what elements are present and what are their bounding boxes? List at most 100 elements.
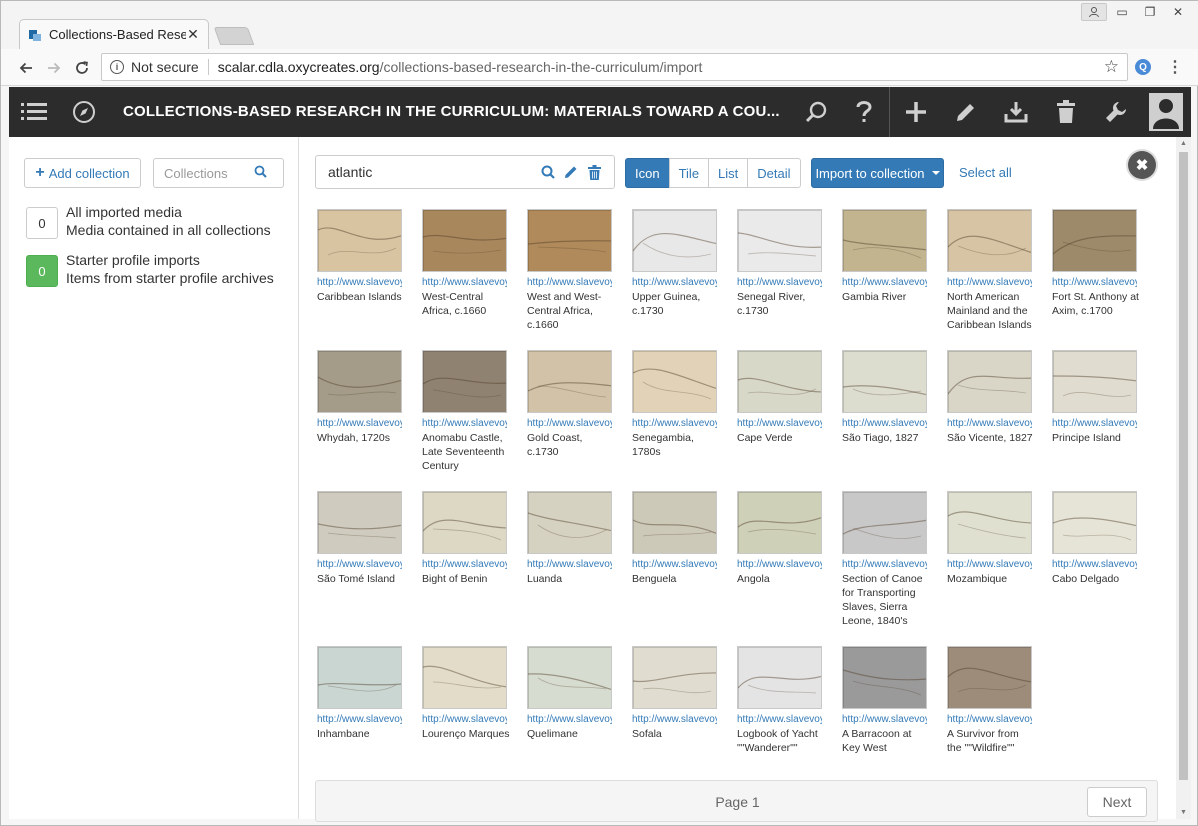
- profile-icon[interactable]: [1081, 3, 1107, 21]
- address-bar[interactable]: i Not secure scalar.cdla.oxycreates.org …: [101, 53, 1128, 81]
- media-url-link[interactable]: http://www.slavevoy: [632, 559, 717, 571]
- media-thumbnail[interactable]: [842, 209, 927, 272]
- media-url-link[interactable]: http://www.slavevoy: [737, 277, 822, 289]
- import-icon[interactable]: [1001, 97, 1031, 127]
- media-thumbnail[interactable]: [317, 491, 402, 554]
- media-url-link[interactable]: http://www.slavevoy: [422, 418, 507, 430]
- edit-icon[interactable]: [951, 97, 981, 127]
- media-thumbnail[interactable]: [737, 209, 822, 272]
- media-item[interactable]: http://www.slavevoy Quelimane: [527, 646, 615, 741]
- collection-all-imported[interactable]: 0 All imported media Media contained in …: [26, 204, 296, 239]
- media-url-link[interactable]: http://www.slavevoy: [527, 277, 612, 289]
- wrench-icon[interactable]: [1101, 97, 1131, 127]
- media-url-link[interactable]: http://www.slavevoy: [947, 714, 1032, 726]
- book-title[interactable]: COLLECTIONS-BASED RESEARCH IN THE CURRIC…: [123, 103, 780, 120]
- window-close-icon[interactable]: ✕: [1165, 3, 1191, 21]
- media-url-link[interactable]: http://www.slavevoy: [842, 277, 927, 289]
- media-url-link[interactable]: http://www.slavevoy: [317, 714, 402, 726]
- media-url-link[interactable]: http://www.slavevoy: [947, 559, 1032, 571]
- media-item[interactable]: http://www.slavevoy Cabo Delgado: [1052, 491, 1140, 586]
- media-thumbnail[interactable]: [737, 350, 822, 413]
- pencil-icon[interactable]: [561, 162, 581, 182]
- media-item[interactable]: http://www.slavevoy North American Mainla…: [947, 209, 1035, 332]
- media-thumbnail[interactable]: [527, 646, 612, 709]
- media-thumbnail[interactable]: [1052, 209, 1137, 272]
- media-item[interactable]: http://www.slavevoy A Barracoon at Key We…: [842, 646, 930, 755]
- view-tile-button[interactable]: Tile: [668, 158, 710, 188]
- media-url-link[interactable]: http://www.slavevoy: [317, 559, 402, 571]
- site-info-icon[interactable]: i: [110, 60, 124, 74]
- view-detail-button[interactable]: Detail: [747, 158, 801, 188]
- media-item[interactable]: http://www.slavevoy São Vicente, 1827: [947, 350, 1035, 445]
- media-url-link[interactable]: http://www.slavevoy: [632, 277, 717, 289]
- media-thumbnail[interactable]: [737, 491, 822, 554]
- add-icon[interactable]: [901, 97, 931, 127]
- media-url-link[interactable]: http://www.slavevoy: [842, 418, 927, 430]
- media-item[interactable]: http://www.slavevoy Luanda: [527, 491, 615, 586]
- scroll-up-icon[interactable]: ▲: [1179, 140, 1188, 147]
- search-icon[interactable]: [801, 97, 831, 127]
- media-item[interactable]: http://www.slavevoy São Tomé Island: [317, 491, 405, 586]
- media-url-link[interactable]: http://www.slavevoy: [317, 277, 402, 289]
- media-url-link[interactable]: http://www.slavevoy: [527, 559, 612, 571]
- import-to-collection-button[interactable]: Import to collection: [811, 158, 944, 188]
- media-item[interactable]: http://www.slavevoy West-Central Africa, …: [422, 209, 510, 318]
- media-thumbnail[interactable]: [737, 646, 822, 709]
- trash-icon[interactable]: [584, 162, 604, 182]
- media-thumbnail[interactable]: [317, 646, 402, 709]
- browser-menu-icon[interactable]: ⋮: [1167, 57, 1183, 77]
- media-item[interactable]: http://www.slavevoy A Survivor from the "…: [947, 646, 1035, 755]
- collection-starter-profile[interactable]: 0 Starter profile imports Items from sta…: [26, 252, 296, 287]
- media-item[interactable]: http://www.slavevoy Anomabu Castle, Late …: [422, 350, 510, 473]
- media-item[interactable]: http://www.slavevoy Cape Verde: [737, 350, 825, 445]
- media-url-link[interactable]: http://www.slavevoy: [1052, 418, 1137, 430]
- media-thumbnail[interactable]: [632, 491, 717, 554]
- media-item[interactable]: http://www.slavevoy Inhambane: [317, 646, 405, 741]
- help-icon[interactable]: [849, 97, 879, 127]
- media-item[interactable]: http://www.slavevoy Logbook of Yacht ""Wa…: [737, 646, 825, 755]
- collections-search-input[interactable]: [164, 165, 254, 181]
- page-scrollbar[interactable]: ▲ ▼: [1176, 137, 1191, 819]
- media-url-link[interactable]: http://www.slavevoy: [737, 559, 822, 571]
- media-item[interactable]: http://www.slavevoy Bight of Benin: [422, 491, 510, 586]
- new-tab-button[interactable]: [213, 27, 255, 45]
- media-thumbnail[interactable]: [1052, 350, 1137, 413]
- media-thumbnail[interactable]: [1052, 491, 1137, 554]
- media-thumbnail[interactable]: [842, 646, 927, 709]
- media-thumbnail[interactable]: [527, 350, 612, 413]
- media-url-link[interactable]: http://www.slavevoy: [1052, 559, 1137, 571]
- media-thumbnail[interactable]: [947, 491, 1032, 554]
- media-item[interactable]: http://www.slavevoy Caribbean Islands: [317, 209, 405, 304]
- media-url-link[interactable]: http://www.slavevoy: [1052, 277, 1137, 289]
- media-thumbnail[interactable]: [422, 209, 507, 272]
- extension-icon[interactable]: Q: [1135, 59, 1151, 75]
- media-url-link[interactable]: http://www.slavevoy: [317, 418, 402, 430]
- search-icon[interactable]: [254, 165, 267, 181]
- next-page-button[interactable]: Next: [1087, 787, 1147, 817]
- media-url-link[interactable]: http://www.slavevoy: [422, 559, 507, 571]
- media-thumbnail[interactable]: [947, 209, 1032, 272]
- media-thumbnail[interactable]: [422, 350, 507, 413]
- media-thumbnail[interactable]: [317, 209, 402, 272]
- forward-icon[interactable]: [43, 57, 65, 79]
- scrollbar-thumb[interactable]: [1179, 152, 1188, 780]
- close-icon[interactable]: ✖: [1128, 151, 1156, 179]
- media-url-link[interactable]: http://www.slavevoy: [632, 418, 717, 430]
- media-url-link[interactable]: http://www.slavevoy: [737, 418, 822, 430]
- media-thumbnail[interactable]: [632, 209, 717, 272]
- media-item[interactable]: http://www.slavevoy Principe Island: [1052, 350, 1140, 445]
- media-url-link[interactable]: http://www.slavevoy: [422, 277, 507, 289]
- add-collection-button[interactable]: + Add collection: [24, 158, 141, 188]
- media-url-link[interactable]: http://www.slavevoy: [842, 714, 927, 726]
- media-item[interactable]: http://www.slavevoy Section of Canoe for …: [842, 491, 930, 628]
- media-item[interactable]: http://www.slavevoy Fort St. Anthony at A…: [1052, 209, 1140, 318]
- media-thumbnail[interactable]: [317, 350, 402, 413]
- media-item[interactable]: http://www.slavevoy Gold Coast, c.1730: [527, 350, 615, 459]
- media-item[interactable]: http://www.slavevoy Whydah, 1720s: [317, 350, 405, 445]
- media-item[interactable]: http://www.slavevoy Lourenço Marques: [422, 646, 510, 741]
- media-item[interactable]: http://www.slavevoy Upper Guinea, c.1730: [632, 209, 720, 318]
- media-item[interactable]: http://www.slavevoy Sofala: [632, 646, 720, 741]
- search-icon[interactable]: [538, 162, 558, 182]
- reload-icon[interactable]: [71, 57, 93, 79]
- delete-icon[interactable]: [1051, 97, 1081, 127]
